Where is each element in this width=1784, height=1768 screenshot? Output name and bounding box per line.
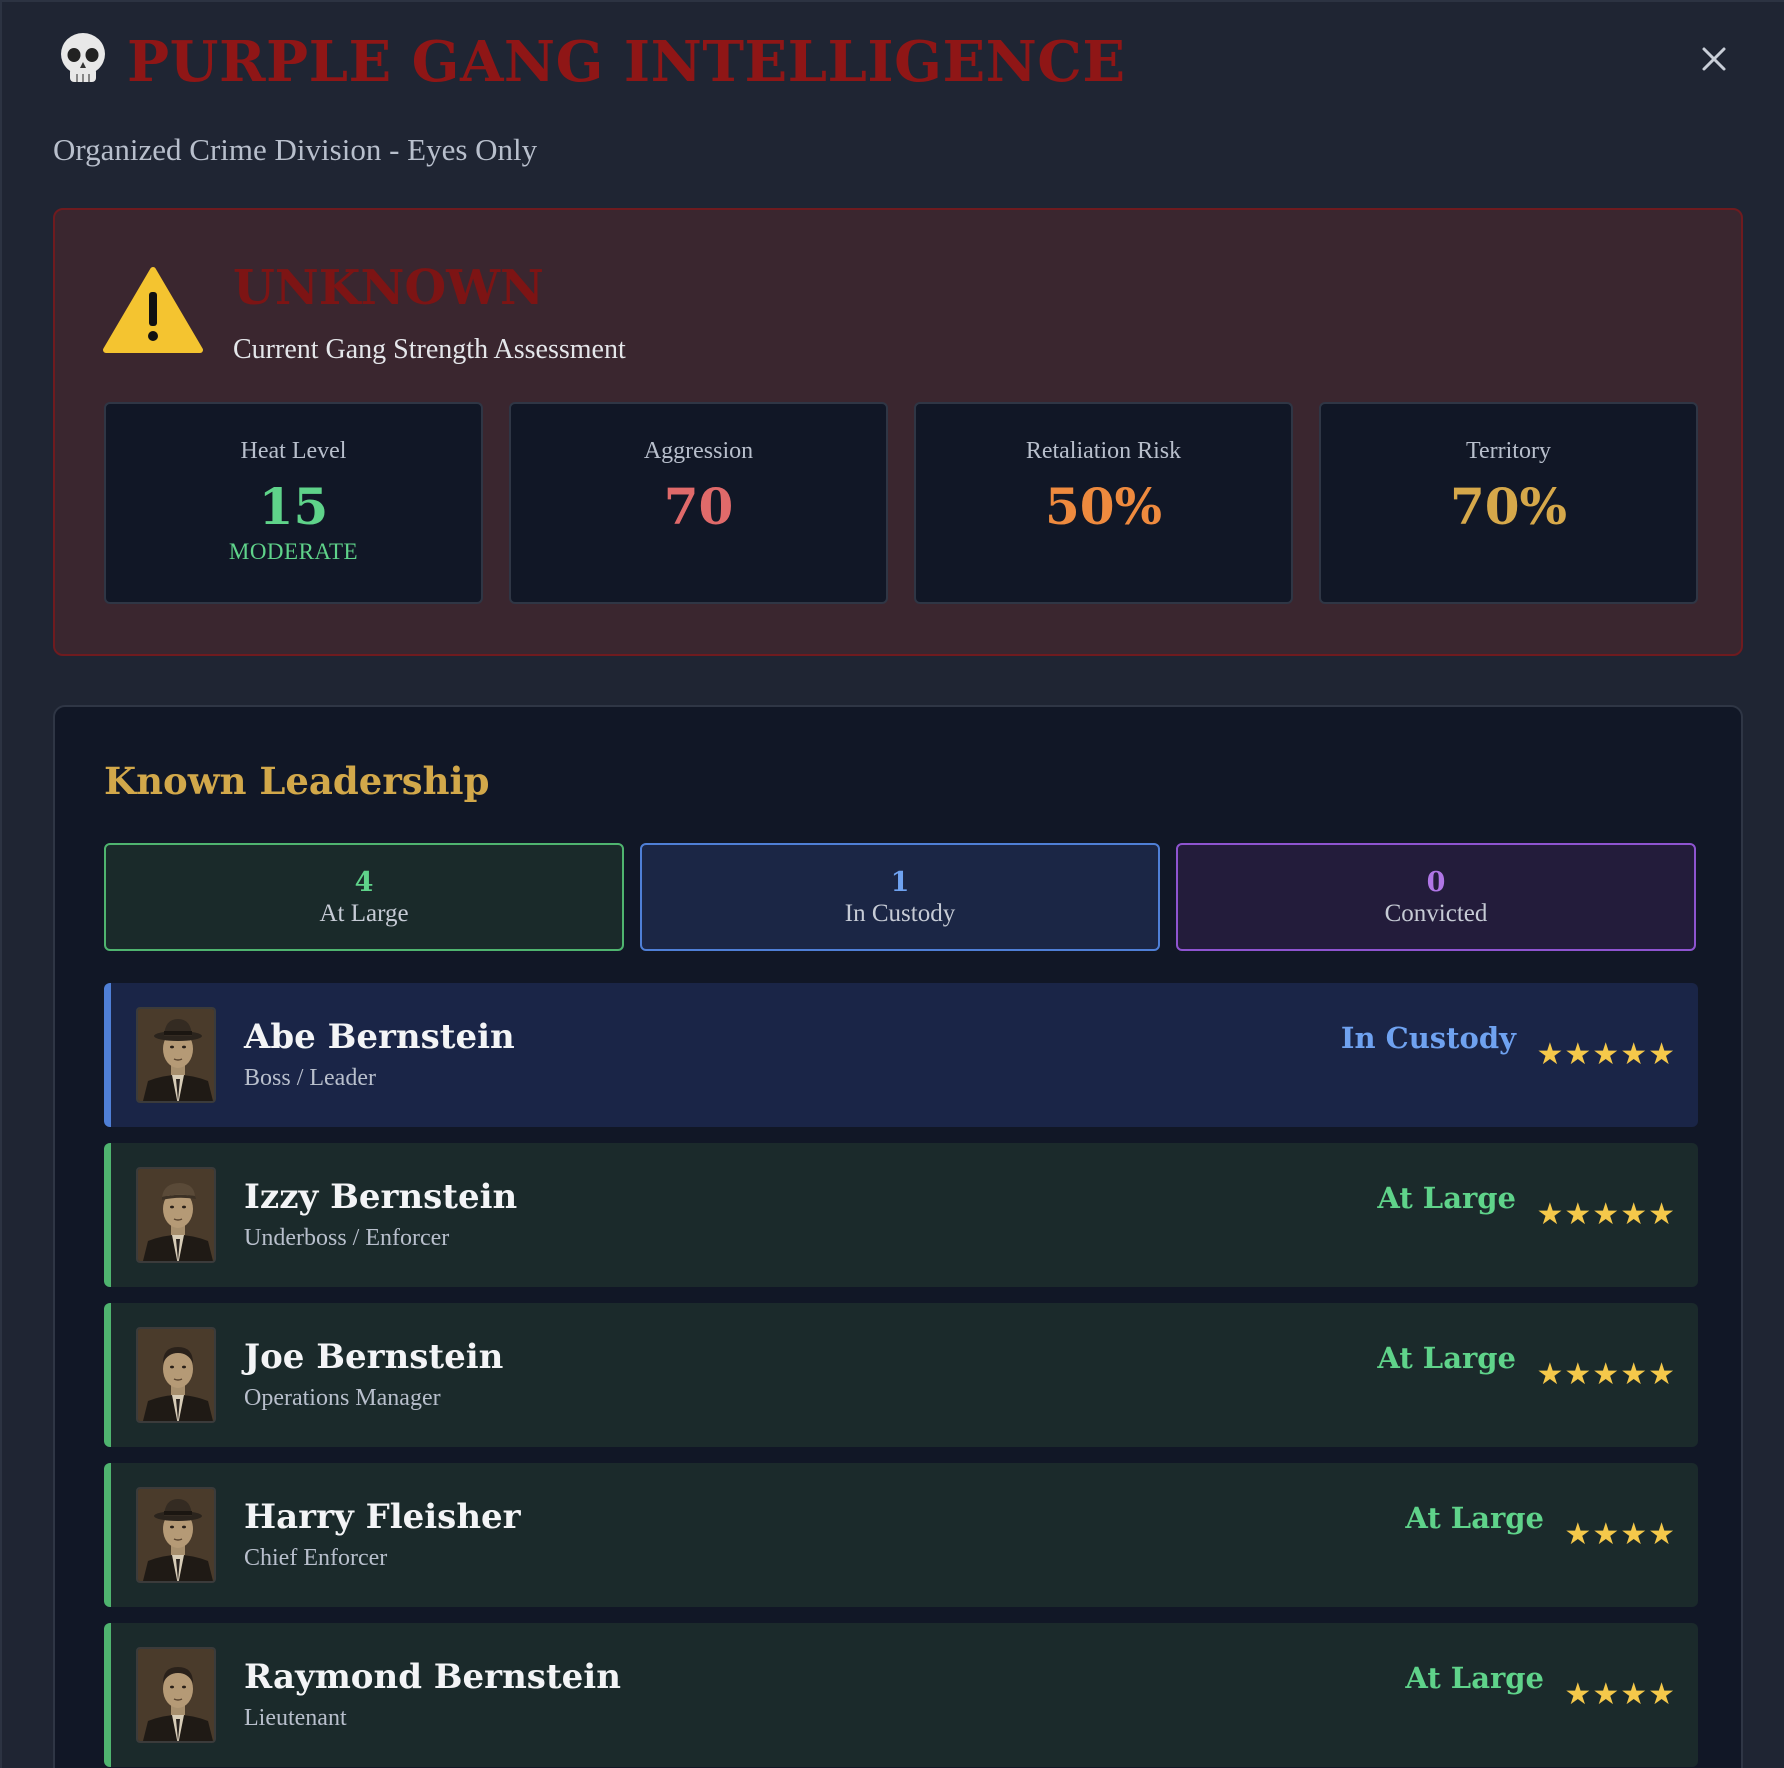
rating-stars: ★★★★★ [1536, 1037, 1676, 1072]
portrait-image [138, 1329, 214, 1421]
stat-cards: Heat Level 15 MODERATE Aggression 70 Retaliat… [104, 402, 1698, 604]
modal-header: PURPLE GANG INTELLIGENCE Organized Crime… [53, 26, 1743, 168]
member-row[interactable]: Abe Bernstein Boss / Leader In Custody ★★★★… [104, 983, 1698, 1127]
portrait-image [138, 1649, 214, 1741]
member-status: At Large [1377, 1181, 1516, 1215]
rating-stars: ★★★★★ [1536, 1357, 1676, 1392]
portrait [136, 1167, 216, 1263]
stat-label: Retaliation Risk [1025, 438, 1182, 464]
stat-value: 70% [1449, 477, 1568, 536]
portrait-image [138, 1489, 214, 1581]
leadership-panel: Known Leadership 4 At Large 1 In Custody 0 Co… [53, 705, 1743, 1768]
member-role: Boss / Leader [244, 1065, 376, 1091]
page-subtitle: Organized Crime Division - Eyes Only [53, 132, 538, 167]
member-row[interactable]: Izzy Bernstein Underboss / Enforcer At Lar… [104, 1143, 1698, 1287]
member-status: At Large [1377, 1341, 1516, 1375]
stat-card: Aggression 70 [509, 402, 888, 604]
member-role: Underboss / Enforcer [244, 1225, 450, 1251]
portrait [136, 1007, 216, 1103]
close-button[interactable] [1697, 42, 1731, 76]
member-name: Abe Bernstein [244, 1017, 515, 1057]
portrait-image [138, 1169, 214, 1261]
skull-icon [61, 33, 105, 82]
member-role: Chief Enforcer [244, 1545, 388, 1571]
stat-label: Heat Level [240, 438, 347, 464]
member-status: At Large [1405, 1661, 1544, 1695]
page-title: PURPLE GANG INTELLIGENCE [127, 29, 1126, 95]
member-row[interactable]: Harry Fleisher Chief Enforcer At Large ★★★★ [104, 1463, 1698, 1607]
title-row: PURPLE GANG INTELLIGENCE [53, 26, 1743, 98]
stat-value: 70 [663, 477, 734, 536]
member-role: Operations Manager [244, 1385, 441, 1411]
tally-label: Convicted [1384, 900, 1488, 927]
threat-description: Current Gang Strength Assessment [233, 334, 626, 365]
member-name: Izzy Bernstein [244, 1177, 518, 1217]
stat-note: MODERATE [228, 539, 359, 564]
member-row[interactable]: Joe Bernstein Operations Manager At Large ★… [104, 1303, 1698, 1447]
portrait [136, 1487, 216, 1583]
status-tallies: 4 At Large 1 In Custody 0 Convicted [104, 843, 1696, 951]
tally-in-custody[interactable]: 1 In Custody [640, 843, 1160, 951]
member-list: Abe Bernstein Boss / Leader In Custody ★★★★… [104, 983, 1698, 1768]
stat-card: Retaliation Risk 50% [914, 402, 1293, 604]
tally-count: 0 [1426, 867, 1446, 898]
close-icon [1702, 47, 1726, 71]
tally-label: At Large [319, 900, 409, 927]
portrait [136, 1327, 216, 1423]
warning-icon [103, 267, 203, 353]
threat-level: UNKNOWN [233, 260, 544, 316]
stat-label: Territory [1466, 438, 1551, 464]
tally-at-large[interactable]: 4 At Large [104, 843, 624, 951]
stat-value: 15 [258, 477, 329, 536]
member-row[interactable]: Raymond Bernstein Lieutenant At Large ★★★★ [104, 1623, 1698, 1767]
tally-count: 1 [890, 867, 910, 898]
member-name: Raymond Bernstein [244, 1657, 621, 1697]
portrait-image [138, 1009, 214, 1101]
member-name: Joe Bernstein [244, 1337, 504, 1377]
rating-stars: ★★★★ [1564, 1677, 1676, 1712]
tally-label: In Custody [844, 900, 956, 927]
rating-stars: ★★★★★ [1536, 1197, 1676, 1232]
threat-assessment-panel: UNKNOWN Current Gang Strength Assessment… [53, 208, 1743, 656]
stat-card: Territory 70% [1319, 402, 1698, 604]
portrait [136, 1647, 216, 1743]
tally-count: 4 [354, 867, 374, 898]
member-role: Lieutenant [244, 1705, 347, 1731]
stat-label: Aggression [643, 438, 754, 464]
tally-convicted[interactable]: 0 Convicted [1176, 843, 1696, 951]
rating-stars: ★★★★ [1564, 1517, 1676, 1552]
leadership-title: Known Leadership [104, 759, 490, 803]
stat-value: 50% [1044, 477, 1163, 536]
stat-card: Heat Level 15 MODERATE [104, 402, 483, 604]
member-status: In Custody [1340, 1021, 1516, 1055]
member-status: At Large [1405, 1501, 1544, 1535]
intel-modal: PURPLE GANG INTELLIGENCE Organized Crime… [0, 0, 1784, 1768]
member-name: Harry Fleisher [244, 1497, 521, 1537]
